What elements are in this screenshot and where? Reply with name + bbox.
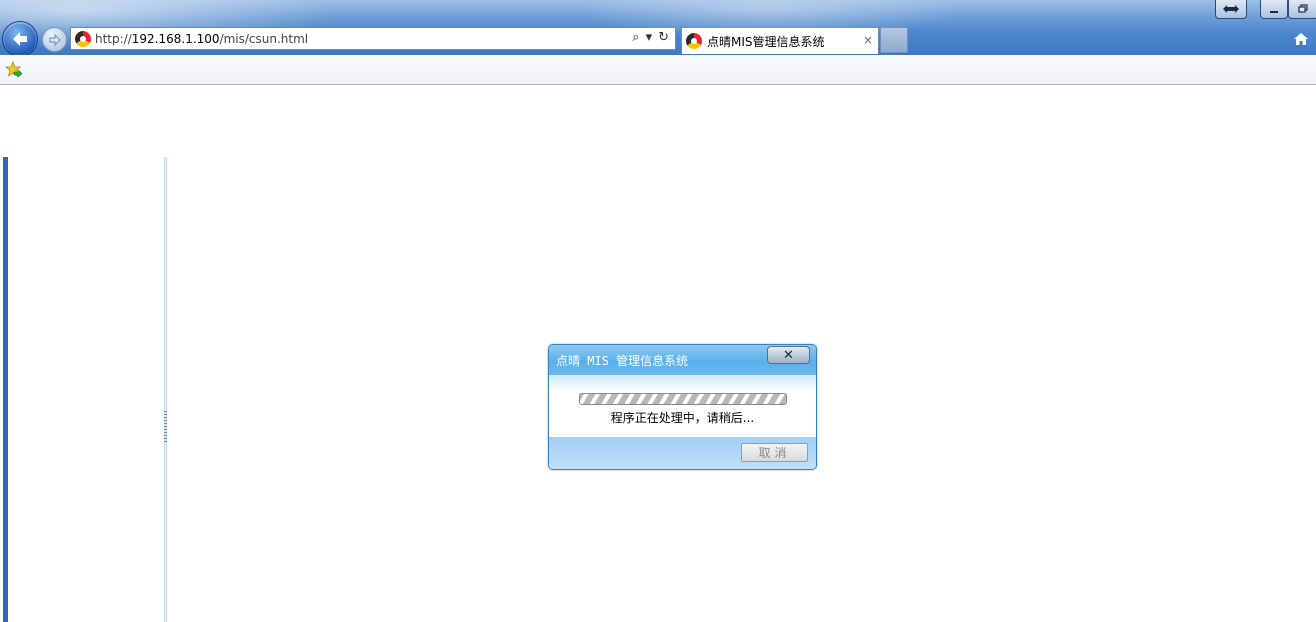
dialog-footer: 取消 xyxy=(549,437,816,469)
processing-message: 程序正在处理中，请稍后... xyxy=(610,411,755,425)
progress-bar xyxy=(579,393,787,405)
restore-icon xyxy=(1298,4,1308,13)
url-path: /mis/csun.html xyxy=(219,31,309,46)
minimize-icon xyxy=(1270,11,1278,13)
address-url[interactable]: http://192.168.1.100/mis/csun.html xyxy=(95,32,308,46)
address-tools: ⌕ ▾ ↻ xyxy=(632,30,669,45)
arrow-left-icon xyxy=(13,32,27,46)
refresh-icon[interactable]: ↻ xyxy=(658,30,669,45)
left-frame-panel xyxy=(8,157,164,622)
forward-button[interactable] xyxy=(42,27,67,52)
search-icon[interactable]: ⌕ xyxy=(632,30,639,45)
minimize-button[interactable] xyxy=(1260,0,1288,19)
browser-chrome: http://192.168.1.100/mis/csun.html ⌕ ▾ ↻… xyxy=(0,0,1316,55)
splitter-grip[interactable] xyxy=(164,411,167,443)
favorites-bar xyxy=(0,55,1316,85)
tab-title: 点晴MIS管理信息系统 xyxy=(707,34,825,49)
dropdown-chevron-icon[interactable]: ▾ xyxy=(646,30,653,45)
dialog-title: 点晴 MIS 管理信息系统 xyxy=(556,354,689,368)
maximize-button[interactable] xyxy=(1288,0,1316,19)
url-scheme: http:// xyxy=(95,31,132,46)
cancel-button[interactable]: 取消 xyxy=(741,443,808,462)
address-bar[interactable]: http://192.168.1.100/mis/csun.html ⌕ ▾ ↻ xyxy=(70,27,676,50)
tab-close-icon[interactable]: × xyxy=(863,33,873,47)
restore-size-button[interactable] xyxy=(1215,0,1247,19)
tab-favicon-icon xyxy=(686,33,702,49)
site-favicon-icon xyxy=(75,30,91,47)
dialog-title-bar: 点晴 MIS 管理信息系统 ✕ xyxy=(549,345,816,375)
add-favorites-button[interactable] xyxy=(4,60,23,79)
arrow-right-icon xyxy=(48,33,61,46)
url-host: 192.168.1.100 xyxy=(131,31,220,46)
favorites-star-icon xyxy=(4,60,23,78)
back-button[interactable] xyxy=(2,21,38,55)
processing-dialog: 点晴 MIS 管理信息系统 ✕ 程序正在处理中，请稍后... 取消 xyxy=(548,344,817,470)
home-icon xyxy=(1294,33,1308,45)
frame-splitter[interactable] xyxy=(164,157,167,622)
resize-arrows-icon xyxy=(1223,5,1239,13)
close-icon: ✕ xyxy=(783,347,794,363)
dialog-close-button[interactable]: ✕ xyxy=(767,346,810,364)
tab-active[interactable]: 点晴MIS管理信息系统 × xyxy=(681,27,879,54)
new-tab-button[interactable] xyxy=(880,27,908,53)
home-button[interactable] xyxy=(1292,30,1310,48)
dialog-body: 程序正在处理中，请稍后... xyxy=(549,375,816,437)
